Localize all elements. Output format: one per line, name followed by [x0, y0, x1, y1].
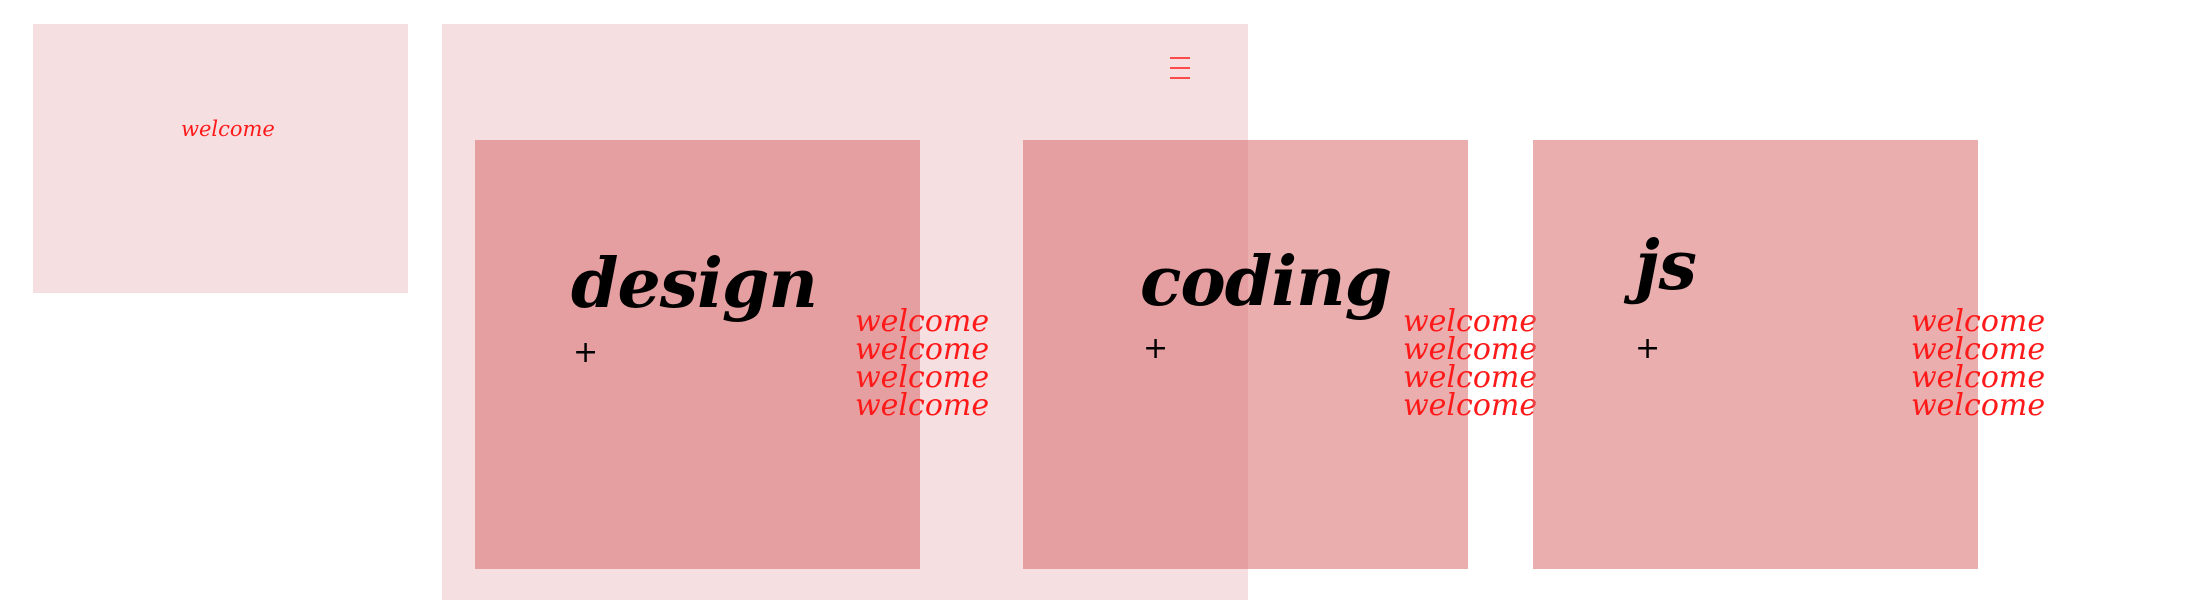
welcome-stack: welcome welcome welcome welcome — [1911, 307, 2046, 423]
card-js[interactable]: js + welcome welcome welcome welcome — [1533, 140, 2045, 569]
card-title: js — [1635, 226, 1697, 306]
hamburger-menu-icon[interactable] — [1168, 55, 1192, 81]
card-title: design — [571, 244, 818, 324]
welcome-stack: welcome welcome welcome welcome — [1403, 307, 1538, 423]
welcome-text: welcome — [855, 388, 990, 423]
welcome-text: welcome — [1403, 388, 1538, 423]
page: welcome design + welcome welcome welcome… — [0, 0, 2200, 600]
add-icon[interactable]: + — [1143, 334, 1168, 364]
add-icon[interactable]: + — [1635, 334, 1660, 364]
card-design[interactable]: design + welcome welcome welcome welcome — [475, 140, 989, 569]
card-coding[interactable]: coding + welcome welcome welcome welcome — [1023, 140, 1537, 569]
welcome-label: welcome — [181, 117, 275, 141]
add-icon[interactable]: + — [573, 338, 598, 368]
welcome-panel: welcome — [33, 24, 408, 293]
welcome-text: welcome — [1911, 388, 2046, 423]
welcome-stack: welcome welcome welcome welcome — [855, 307, 990, 423]
card-title: coding — [1140, 242, 1392, 322]
